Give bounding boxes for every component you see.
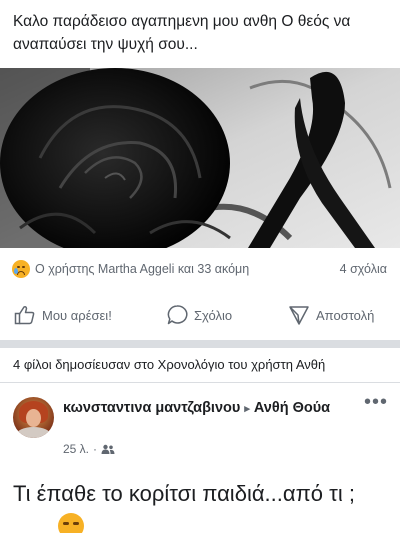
thin-divider (0, 382, 400, 383)
reactions-summary[interactable]: Ο χρήστης Martha Aggeli και 33 ακόμη 4 σ… (0, 258, 400, 282)
second-post-text: Τι έπαθε το κορίτσι παιδιά...από τι ; (13, 481, 355, 506)
post-actions: Μου αρέσει! Σχόλιο Αποστολή (0, 298, 400, 332)
like-label: Μου αρέσει! (42, 307, 112, 323)
post-text: Καλο παράδεισο αγαπημενη μου ανθη Ο θεός… (13, 13, 351, 53)
share-label: Αποστολή (316, 307, 375, 323)
friends-icon (101, 444, 115, 454)
post-meta: 25 λ. · (63, 442, 115, 456)
meta-dot: · (93, 442, 98, 456)
post-author-line: κωνσταντινα μαντζαβινου ▸ Ανθή Θούα (63, 398, 363, 419)
thumbs-up-icon (14, 305, 35, 325)
target-name[interactable]: Ανθή Θούα (254, 400, 330, 416)
reactors-text[interactable]: Ο χρήστης Martha Aggeli και 33 ακόμη (35, 262, 249, 276)
sad-face-emoji-icon (58, 513, 84, 533)
author-name[interactable]: κωνσταντινα μαντζαβινου (63, 400, 240, 416)
sad-face-icon (12, 260, 30, 278)
post-photo[interactable] (0, 68, 400, 248)
black-rose-ribbon-image (0, 68, 400, 248)
comments-count[interactable]: 4 σχόλια (340, 262, 387, 276)
comment-button[interactable]: Σχόλιο (166, 298, 232, 332)
post-time[interactable]: 25 λ. (63, 442, 89, 456)
arrow-right-icon: ▸ (244, 403, 250, 415)
share-button[interactable]: Αποστολή (288, 298, 374, 332)
more-options-icon[interactable]: ••• (364, 392, 388, 412)
avatar[interactable] (13, 397, 54, 438)
like-button[interactable]: Μου αρέσει! (14, 298, 112, 332)
send-icon (289, 306, 309, 325)
section-divider (0, 340, 400, 348)
comment-label: Σχόλιο (194, 307, 233, 323)
comment-bubble-icon (167, 305, 188, 325)
shared-note[interactable]: 4 φίλοι δημοσίευσαν στο Χρονολόγιο του χ… (13, 357, 325, 372)
